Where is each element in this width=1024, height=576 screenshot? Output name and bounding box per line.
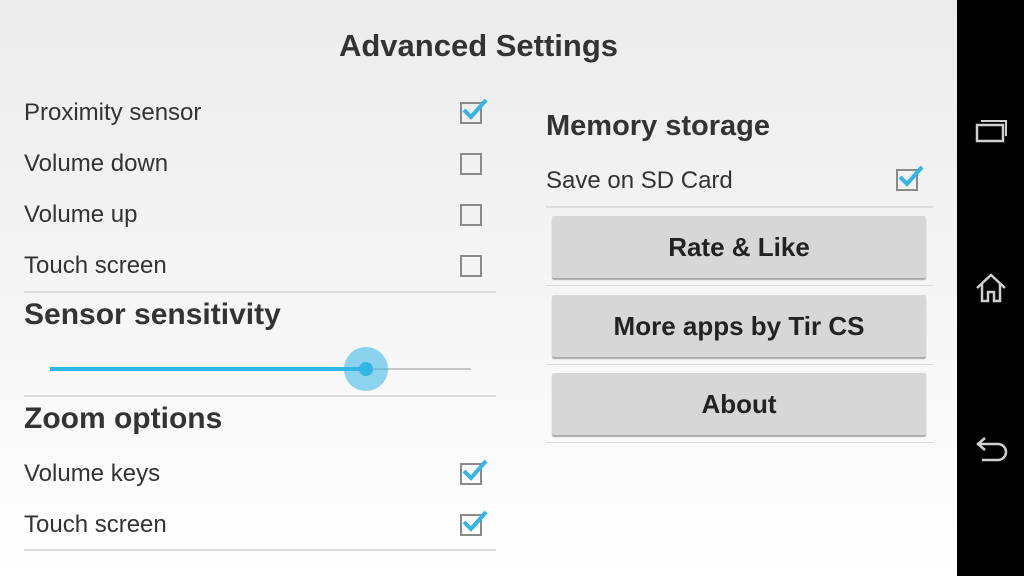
save-sd-checkbox[interactable] [896,165,924,191]
slider-fill [50,367,366,371]
zoom-touch-screen-checkbox[interactable] [460,510,488,536]
memory-storage-heading: Memory storage [546,110,771,142]
checkmark-icon [462,98,488,120]
save-sd-label: Save on SD Card [546,167,733,194]
proximity-sensor-label: Proximity sensor [24,99,202,126]
page-title: Advanced Settings [338,28,619,63]
volume-keys-checkbox[interactable] [460,459,488,485]
rate-like-button[interactable]: Rate & Like [552,216,926,278]
about-button[interactable]: About [552,373,926,435]
home-button[interactable] [957,258,1024,318]
checkmark-icon [462,510,488,532]
settings-screen: Advanced Settings Proximity sensor Volum… [0,0,957,576]
volume-up-checkbox[interactable] [460,204,482,226]
recent-apps-icon [975,120,1007,143]
zoom-options-heading: Zoom options [24,402,223,435]
back-button[interactable] [957,420,1024,480]
volume-keys-label: Volume keys [24,460,161,487]
touch-screen-checkbox[interactable] [460,255,482,277]
zoom-touch-screen-label: Touch screen [24,511,167,538]
slider-thumb[interactable] [358,362,373,376]
recent-apps-button[interactable] [957,101,1024,161]
touch-screen-label: Touch screen [24,252,167,279]
divider [546,442,933,443]
divider [546,206,933,208]
divider [546,285,933,286]
proximity-sensor-checkbox[interactable] [460,98,488,124]
navigation-bar [957,0,1024,576]
volume-down-checkbox[interactable] [460,153,482,175]
volume-up-label: Volume up [24,201,138,228]
back-icon [975,437,1007,462]
divider [546,364,933,365]
more-apps-button[interactable]: More apps by Tir CS [552,295,926,357]
divider [24,291,496,293]
volume-down-label: Volume down [24,150,169,177]
divider [24,395,496,397]
divider [24,549,496,551]
home-icon [975,273,1006,303]
sensor-sensitivity-heading: Sensor sensitivity [24,298,281,331]
checkmark-icon [462,459,488,481]
checkmark-icon [898,165,924,187]
